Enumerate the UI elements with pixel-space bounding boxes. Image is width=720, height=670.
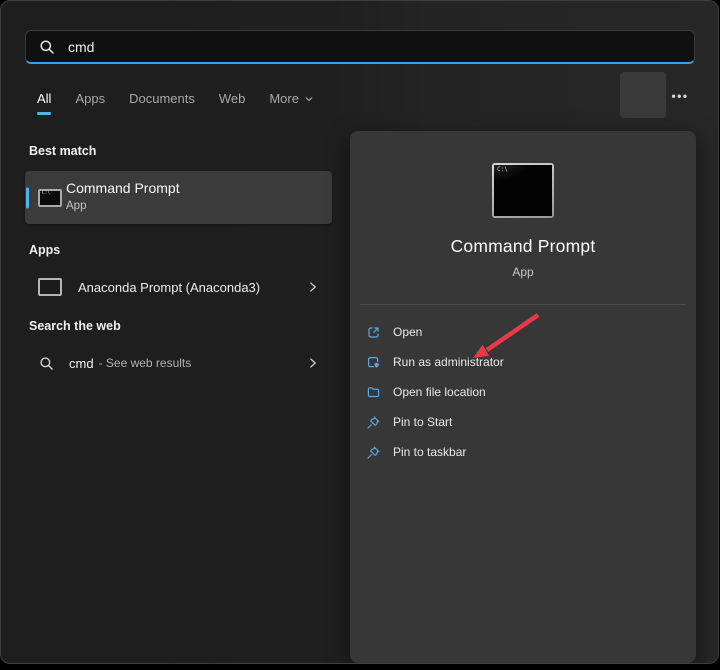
chevron-right-icon[interactable] bbox=[306, 356, 320, 370]
action-open-file-location[interactable]: Open file location bbox=[350, 377, 696, 407]
tab-documents-label: Documents bbox=[129, 91, 195, 106]
tab-all[interactable]: All bbox=[37, 91, 51, 115]
best-match-heading: Best match bbox=[29, 144, 96, 158]
selection-accent-bar bbox=[26, 187, 29, 208]
divider bbox=[360, 304, 686, 305]
tab-documents[interactable]: Documents bbox=[129, 91, 195, 115]
web-result-suffix: - See web results bbox=[99, 356, 192, 370]
search-window: All Apps Documents Web More ••• Best mat… bbox=[0, 0, 719, 664]
ellipsis-icon: ••• bbox=[671, 89, 688, 103]
app-subtitle: App bbox=[350, 265, 696, 279]
chevron-down-icon bbox=[304, 94, 314, 104]
search-icon bbox=[39, 356, 54, 371]
search-icon bbox=[39, 39, 55, 55]
action-pin-to-start-label: Pin to Start bbox=[393, 415, 452, 429]
action-list: Open Run as administrator Open file loca… bbox=[350, 317, 696, 467]
cmd-prompt-glyph: C:\ bbox=[497, 167, 508, 173]
action-run-as-administrator[interactable]: Run as administrator bbox=[350, 347, 696, 377]
run-as-administrator-icon bbox=[366, 355, 381, 370]
action-run-as-administrator-label: Run as administrator bbox=[393, 355, 504, 369]
hover-highlight-tile bbox=[620, 72, 666, 118]
cmd-prompt-glyph: C:\ bbox=[42, 192, 50, 197]
tab-apps-label: Apps bbox=[75, 91, 105, 106]
web-result-query: cmd bbox=[69, 356, 94, 371]
best-match-subtitle: App bbox=[66, 200, 86, 212]
pin-icon bbox=[366, 445, 381, 460]
app-result-label: Anaconda Prompt (Anaconda3) bbox=[78, 280, 260, 295]
app-detail-panel: C:\ Command Prompt App Open Run as admin… bbox=[350, 131, 696, 663]
tab-all-label: All bbox=[37, 91, 51, 106]
action-open-file-location-label: Open file location bbox=[393, 385, 486, 399]
search-input[interactable] bbox=[68, 39, 681, 55]
chevron-right-icon[interactable] bbox=[306, 280, 320, 294]
web-search-result[interactable]: cmd - See web results bbox=[25, 345, 332, 381]
open-icon bbox=[366, 325, 381, 340]
anaconda-prompt-icon bbox=[38, 278, 62, 296]
folder-icon bbox=[366, 385, 381, 400]
action-pin-to-taskbar-label: Pin to taskbar bbox=[393, 445, 466, 459]
best-match-result[interactable]: C:\ Command Prompt App bbox=[25, 171, 332, 224]
app-result-anaconda[interactable]: Anaconda Prompt (Anaconda3) bbox=[25, 267, 332, 307]
action-pin-to-start[interactable]: Pin to Start bbox=[350, 407, 696, 437]
action-open[interactable]: Open bbox=[350, 317, 696, 347]
command-prompt-large-icon: C:\ bbox=[492, 163, 554, 218]
tab-web[interactable]: Web bbox=[219, 91, 246, 115]
command-prompt-icon: C:\ bbox=[38, 189, 62, 207]
more-options-button[interactable]: ••• bbox=[665, 87, 695, 105]
tab-more[interactable]: More bbox=[269, 91, 314, 115]
tab-more-label: More bbox=[269, 91, 299, 106]
apps-heading: Apps bbox=[29, 243, 60, 257]
best-match-title: Command Prompt bbox=[66, 180, 180, 196]
filter-tabs: All Apps Documents Web More bbox=[37, 91, 314, 115]
app-title: Command Prompt bbox=[350, 236, 696, 257]
action-pin-to-taskbar[interactable]: Pin to taskbar bbox=[350, 437, 696, 467]
terminal-screen: C:\ bbox=[494, 165, 552, 216]
search-bar bbox=[25, 30, 695, 64]
search-the-web-heading: Search the web bbox=[29, 319, 121, 333]
tab-apps[interactable]: Apps bbox=[75, 91, 105, 115]
pin-icon bbox=[366, 415, 381, 430]
action-open-label: Open bbox=[393, 325, 422, 339]
tab-web-label: Web bbox=[219, 91, 246, 106]
